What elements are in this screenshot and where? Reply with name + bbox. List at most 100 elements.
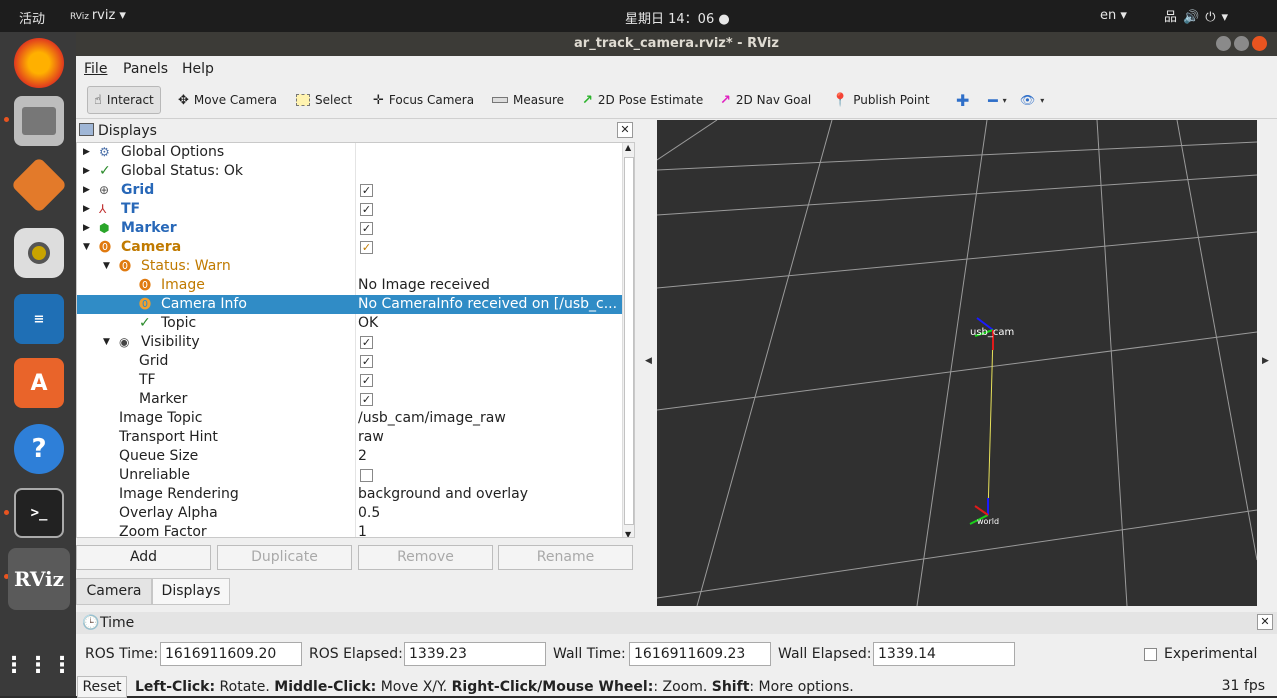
app-grid-icon[interactable]: ⋮⋮⋮ — [3, 640, 73, 690]
ros-time-field[interactable]: 1616911609.20 — [160, 642, 302, 666]
orange-cube-icon[interactable] — [10, 156, 68, 214]
unreliable-checkbox[interactable] — [360, 469, 373, 482]
2d-pose-estimate-tool[interactable]: ↗ 2D Pose Estimate — [582, 86, 703, 114]
tf-enabled-checkbox[interactable]: ✓ — [360, 203, 373, 216]
close-button[interactable] — [1252, 36, 1267, 51]
visibility-tf-checkbox[interactable]: ✓ — [360, 374, 373, 387]
minimize-button[interactable] — [1216, 36, 1231, 51]
menu-panels[interactable]: Panels — [123, 61, 168, 77]
expand-icon[interactable]: ▶ — [83, 219, 90, 238]
scrollbar-thumb[interactable] — [624, 157, 634, 525]
clock[interactable]: 星期日 14：06 ● — [625, 8, 730, 27]
help-icon[interactable]: ? — [14, 424, 64, 474]
collapse-icon[interactable]: ▼ — [103, 257, 110, 276]
row-value[interactable]: 1 — [358, 523, 620, 537]
visibility-marker-checkbox[interactable]: ✓ — [360, 393, 373, 406]
row-value[interactable]: background and overlay — [358, 485, 620, 504]
experimental-checkbox[interactable] — [1144, 648, 1157, 661]
rename-button[interactable]: Rename — [498, 545, 633, 570]
tree-row-global-status[interactable]: ▶ ✓ Global Status: Ok — [77, 162, 622, 181]
scroll-up-icon[interactable]: ▲ — [625, 143, 631, 152]
add-tool-button[interactable]: ✚ — [956, 86, 969, 114]
rviz-icon[interactable]: RViz — [8, 548, 70, 610]
tree-row-visibility[interactable]: ▼ ◉ Visibility ✓ — [77, 333, 622, 352]
visibility-grid-checkbox[interactable]: ✓ — [360, 355, 373, 368]
visibility-checkbox[interactable]: ✓ — [360, 336, 373, 349]
duplicate-button[interactable]: Duplicate — [217, 545, 352, 570]
left-splitter[interactable]: ◀ — [642, 120, 654, 606]
rhythmbox-icon[interactable] — [14, 228, 64, 278]
select-tool[interactable]: Select — [296, 86, 352, 114]
tree-row-image-rendering[interactable]: Image Rendering background and overlay — [77, 485, 622, 504]
system-menu[interactable]: 品🔊⏻▾ — [1164, 6, 1234, 25]
app-menu[interactable]: RViz rviz ▾ — [70, 8, 126, 23]
scroll-down-icon[interactable]: ▼ — [625, 530, 631, 537]
row-value[interactable]: raw — [358, 428, 620, 447]
move-camera-tool[interactable]: ✥ Move Camera — [178, 86, 277, 114]
interact-tool[interactable]: ☝ Interact — [87, 86, 161, 114]
window-titlebar[interactable]: ar_track_camera.rviz* - RViz — [76, 32, 1277, 56]
measure-tool[interactable]: Measure — [492, 86, 564, 114]
row-label: Grid — [121, 182, 155, 198]
tab-camera[interactable]: Camera — [76, 578, 152, 605]
wall-elapsed-field[interactable]: 1339.14 — [873, 642, 1015, 666]
remove-tool-button[interactable]: ━ ▾ — [988, 86, 1007, 114]
language-menu[interactable]: en ▾ — [1100, 8, 1127, 23]
tree-row-grid[interactable]: ▶ ⊕ Grid ✓ — [77, 181, 622, 200]
tree-row-camera[interactable]: ▼ ⓿ Camera ✓ — [77, 238, 622, 257]
close-panel-button[interactable]: ✕ — [617, 122, 633, 138]
expand-icon[interactable]: ▶ — [83, 181, 90, 200]
terminal-icon[interactable]: >_ — [14, 488, 64, 538]
tree-row-queue-size[interactable]: Queue Size 2 — [77, 447, 622, 466]
files-icon[interactable] — [14, 96, 64, 146]
collapse-icon[interactable]: ▼ — [103, 333, 110, 352]
right-splitter[interactable]: ▶ — [1259, 120, 1275, 606]
view-menu-button[interactable]: 👁 ▾ — [1020, 86, 1044, 114]
row-value[interactable]: 2 — [358, 447, 620, 466]
grid-enabled-checkbox[interactable]: ✓ — [360, 184, 373, 197]
tree-row-global-options[interactable]: ▶ ⚙ Global Options — [77, 143, 622, 162]
software-center-icon[interactable]: A — [14, 358, 64, 408]
tree-row-camera-info[interactable]: ⓿ Camera Info No CameraInfo received on … — [77, 295, 622, 314]
tree-row-marker[interactable]: ▶ ⬢ Marker ✓ — [77, 219, 622, 238]
time-panel: ROS Time: 1616911609.20 ROS Elapsed: 133… — [76, 634, 1277, 674]
tree-row-image-topic[interactable]: Image Topic /usb_cam/image_raw — [77, 409, 622, 428]
tree-row-topic[interactable]: ✓ Topic OK — [77, 314, 622, 333]
menu-file[interactable]: File — [84, 61, 107, 77]
expand-icon[interactable]: ▶ — [83, 200, 90, 219]
add-button[interactable]: Add — [76, 545, 211, 570]
tree-row-visibility-marker[interactable]: Marker ✓ — [77, 390, 622, 409]
tree-row-transport-hint[interactable]: Transport Hint raw — [77, 428, 622, 447]
row-value[interactable]: /usb_cam/image_raw — [358, 409, 620, 428]
marker-enabled-checkbox[interactable]: ✓ — [360, 222, 373, 235]
reset-button[interactable]: Reset — [77, 676, 127, 698]
remove-button[interactable]: Remove — [358, 545, 493, 570]
row-value[interactable]: 0.5 — [358, 504, 620, 523]
tree-row-overlay-alpha[interactable]: Overlay Alpha 0.5 — [77, 504, 622, 523]
close-panel-button[interactable]: ✕ — [1257, 614, 1273, 630]
tree-row-status-warn[interactable]: ▼ ⓿ Status: Warn — [77, 257, 622, 276]
activities-button[interactable]: 活动 — [19, 8, 45, 27]
tree-row-visibility-tf[interactable]: TF ✓ — [77, 371, 622, 390]
collapse-icon[interactable]: ▼ — [83, 238, 90, 257]
camera-enabled-checkbox[interactable]: ✓ — [360, 241, 373, 254]
tree-row-zoom-factor[interactable]: Zoom Factor 1 — [77, 523, 622, 537]
2d-nav-goal-tool[interactable]: ↗ 2D Nav Goal — [720, 86, 811, 114]
firefox-icon[interactable] — [14, 38, 64, 88]
tree-row-unreliable[interactable]: Unreliable — [77, 466, 622, 485]
writer-icon[interactable]: ≡ — [14, 294, 64, 344]
wall-time-field[interactable]: 1616911609.23 — [629, 642, 771, 666]
ros-elapsed-field[interactable]: 1339.23 — [404, 642, 546, 666]
maximize-button[interactable] — [1234, 36, 1249, 51]
publish-point-tool[interactable]: 📍 Publish Point — [832, 86, 930, 114]
3d-render-view[interactable]: usb_cam world — [657, 120, 1257, 606]
expand-icon[interactable]: ▶ — [83, 162, 90, 181]
tree-row-visibility-grid[interactable]: Grid ✓ — [77, 352, 622, 371]
tab-displays[interactable]: Displays — [152, 578, 230, 605]
tree-row-image-status[interactable]: ⓿ Image No Image received — [77, 276, 622, 295]
tree-scrollbar[interactable]: ▲ ▼ — [622, 143, 634, 537]
expand-icon[interactable]: ▶ — [83, 143, 90, 162]
tree-row-tf[interactable]: ▶ ⅄ TF ✓ — [77, 200, 622, 219]
menu-help[interactable]: Help — [182, 61, 214, 77]
focus-camera-tool[interactable]: ✛ Focus Camera — [373, 86, 474, 114]
